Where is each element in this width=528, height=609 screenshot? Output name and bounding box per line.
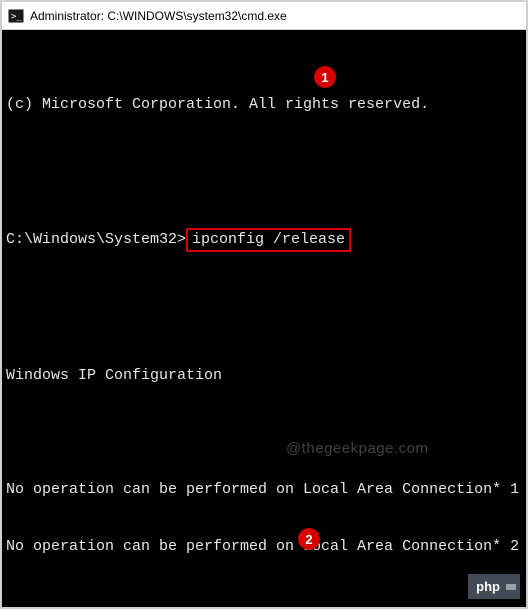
blank — [6, 309, 522, 328]
step-badge-2: 2 — [298, 528, 320, 550]
noop-line-2: No operation can be performed on Local A… — [6, 537, 522, 556]
prompt-path: C:\Windows\System32> — [6, 231, 186, 248]
noop-line-1: No operation can be performed on Local A… — [6, 480, 522, 499]
watermark: @thegeekpage.com — [286, 439, 428, 458]
step-badge-1: 1 — [314, 66, 336, 88]
blank — [6, 152, 522, 171]
blank — [6, 594, 522, 607]
blank — [6, 423, 522, 442]
window-titlebar[interactable]: >_ Administrator: C:\WINDOWS\system32\cm… — [2, 2, 526, 30]
prompt-line-1: C:\Windows\System32>ipconfig /release — [6, 228, 522, 252]
svg-text:>_: >_ — [11, 12, 22, 22]
cmd-icon: >_ — [8, 8, 24, 24]
highlight-release: ipconfig /release — [186, 228, 351, 252]
copyright-line: (c) Microsoft Corporation. All rights re… — [6, 95, 522, 114]
terminal-body[interactable]: (c) Microsoft Corporation. All rights re… — [2, 30, 526, 607]
php-watermark-box: php — [468, 574, 520, 599]
ipconfig-header-1: Windows IP Configuration — [6, 366, 522, 385]
window-title: Administrator: C:\WINDOWS\system32\cmd.e… — [30, 9, 287, 23]
